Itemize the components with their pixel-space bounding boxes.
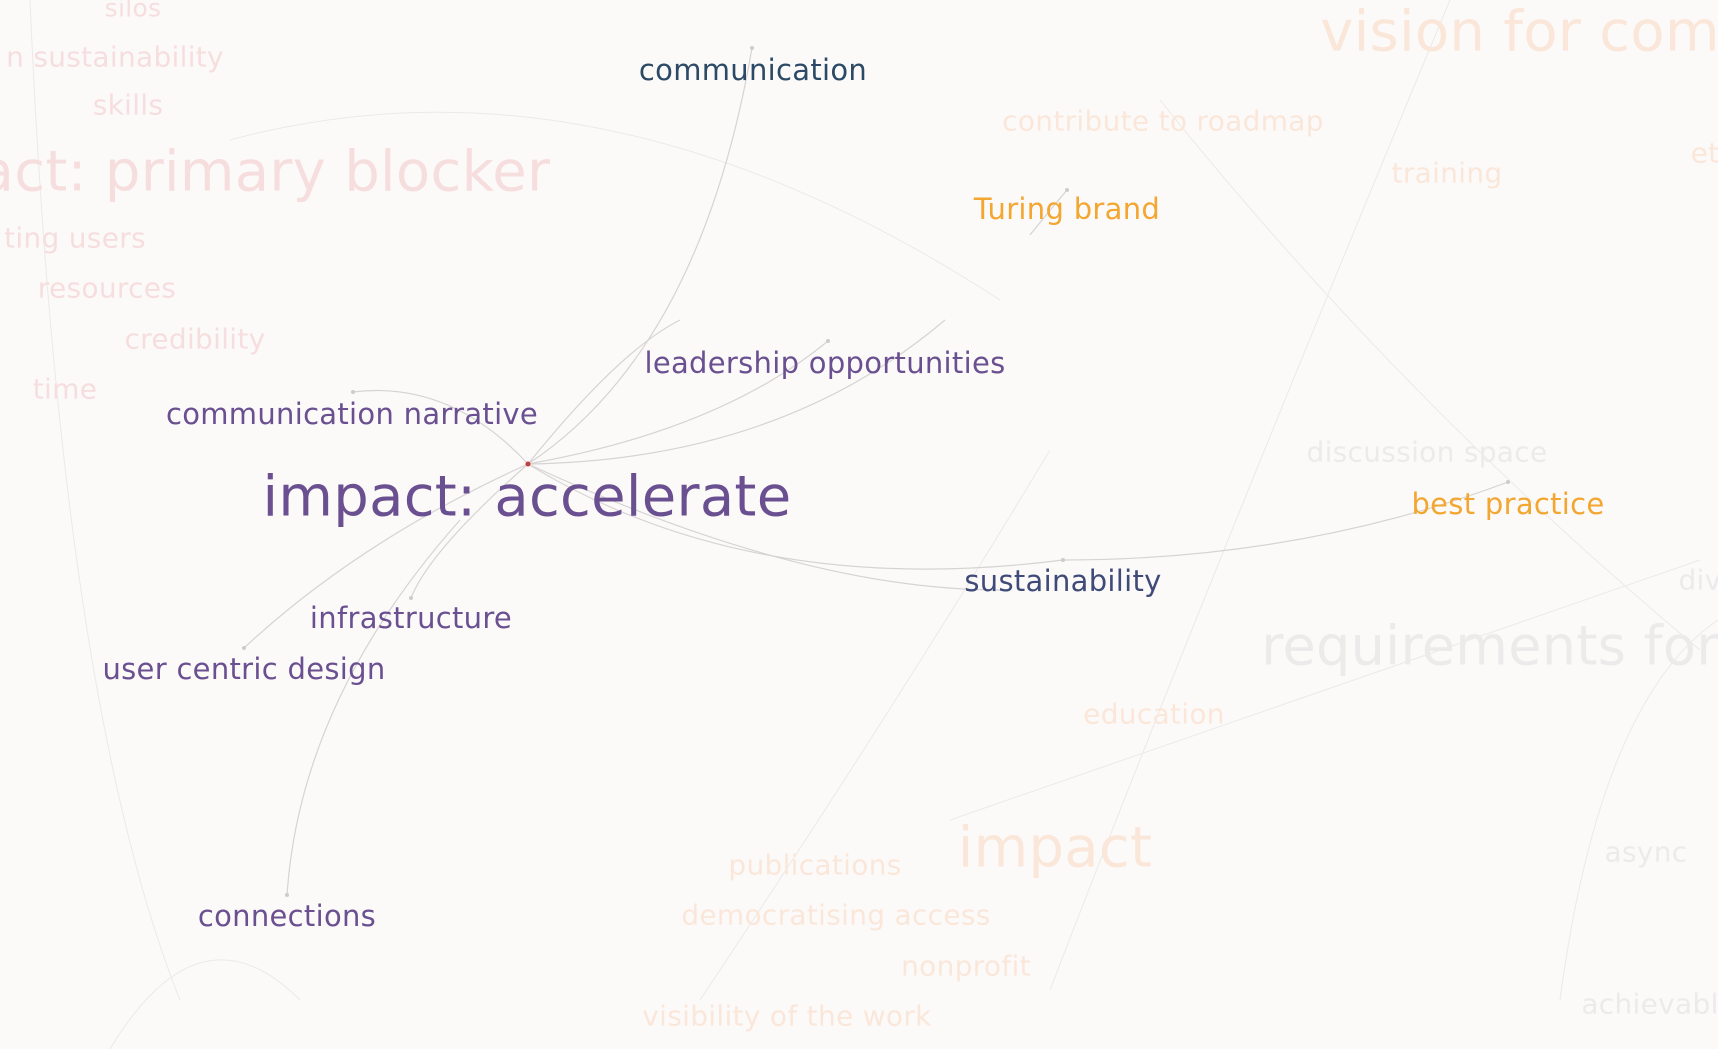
node-dot	[1506, 480, 1510, 484]
node-training[interactable]: training	[1392, 157, 1503, 190]
node-dot	[409, 596, 413, 600]
node-leadership-opportunities[interactable]: leadership opportunities	[644, 346, 1005, 380]
node-contribute-roadmap[interactable]: contribute to roadmap	[1002, 105, 1324, 138]
node-impact[interactable]: impact	[958, 816, 1153, 881]
node-infrastructure[interactable]: infrastructure	[310, 601, 512, 635]
node-div[interactable]: div	[1678, 564, 1718, 597]
node-turing-brand[interactable]: Turing brand	[974, 192, 1160, 226]
node-dot	[242, 646, 246, 650]
node-best-practice[interactable]: best practice	[1411, 487, 1604, 521]
node-impact-accelerate[interactable]: impact: accelerate	[263, 465, 792, 530]
node-requirements[interactable]: requirements for	[1261, 615, 1718, 678]
node-silos[interactable]: silos	[105, 0, 162, 23]
node-async[interactable]: async	[1605, 836, 1688, 869]
node-primary-blocker[interactable]: act: primary blocker	[0, 140, 550, 205]
node-resources[interactable]: resources	[38, 272, 176, 305]
node-publications[interactable]: publications	[728, 849, 901, 882]
node-et[interactable]: et	[1691, 137, 1718, 170]
node-credibility[interactable]: credibility	[124, 323, 265, 356]
node-connections[interactable]: connections	[198, 899, 376, 933]
node-time[interactable]: time	[33, 373, 97, 406]
node-vision[interactable]: vision for com	[1320, 0, 1718, 65]
node-sustainability-faded[interactable]: n sustainability	[6, 41, 224, 74]
node-sustainability[interactable]: sustainability	[964, 564, 1161, 598]
node-dot	[750, 46, 754, 50]
node-education[interactable]: education	[1083, 698, 1225, 731]
edge-accel-communication	[527, 47, 753, 465]
network-graph[interactable]: silos n sustainability skills act: prima…	[0, 0, 1718, 1049]
node-user-centric-design[interactable]: user centric design	[102, 652, 385, 686]
node-democratising-access[interactable]: democratising access	[681, 899, 990, 932]
node-dot	[826, 339, 830, 343]
node-existing-users[interactable]: ting users	[4, 222, 146, 255]
bg-edge	[949, 559, 1701, 821]
node-dot	[285, 893, 289, 897]
bg-edge	[109, 959, 301, 1049]
node-communication[interactable]: communication	[639, 53, 867, 87]
node-dot	[351, 390, 355, 394]
node-dot	[1061, 558, 1065, 562]
node-skills[interactable]: skills	[93, 89, 164, 122]
node-nonprofit[interactable]: nonprofit	[901, 950, 1031, 983]
node-discussion-space[interactable]: discussion space	[1307, 436, 1548, 469]
node-achievable[interactable]: achievabl	[1581, 988, 1718, 1021]
edge-accel-leadership	[527, 319, 681, 465]
node-visibility[interactable]: visibility of the work	[642, 1000, 931, 1033]
node-communication-narrative[interactable]: communication narrative	[166, 397, 538, 431]
edge-accel-connections	[286, 519, 461, 896]
